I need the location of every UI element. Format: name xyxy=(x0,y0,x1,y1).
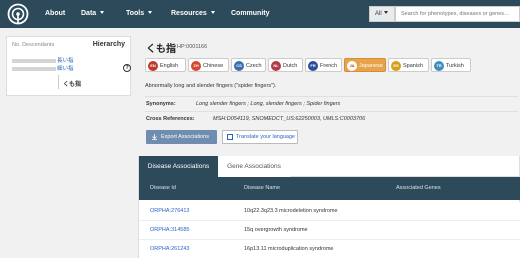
lang-dutch[interactable]: NL Dutch xyxy=(268,58,303,72)
table-row: ORPHA:276413 10q22.3q23.3 microdeletion … xyxy=(139,202,520,221)
help-icon[interactable]: ? xyxy=(123,64,131,72)
search-input[interactable] xyxy=(395,6,520,22)
lang-turkish[interactable]: TR Turkish xyxy=(431,58,471,72)
nav-resources[interactable]: Resources xyxy=(171,0,215,28)
parent-term-link[interactable]: 細い指 xyxy=(57,64,74,72)
nav-data[interactable]: Data xyxy=(81,0,105,28)
table-header: Disease Id Disease Name Associated Genes xyxy=(139,177,520,200)
term-id: HP:0001166 xyxy=(177,44,208,50)
nav-about[interactable]: About xyxy=(45,0,65,28)
synonyms-value: Long slender fingers ; Long, slender fin… xyxy=(196,101,341,107)
translate-button[interactable]: Translate your language xyxy=(222,130,298,144)
tab-gene-associations[interactable]: Gene Associations xyxy=(218,156,290,177)
tab-bar-filler xyxy=(290,156,519,177)
top-nav: About Data Tools Resources Community All xyxy=(0,0,520,28)
flag-icon: ZH xyxy=(191,61,201,71)
descendant-count-bar xyxy=(12,67,56,71)
descendant-count-bar xyxy=(12,59,56,63)
flag-icon: EN xyxy=(148,61,158,71)
divider xyxy=(145,96,518,97)
flag-icon: JA xyxy=(347,61,357,71)
chevron-down-icon xyxy=(100,11,105,14)
lang-chinese[interactable]: ZH Chinese xyxy=(188,58,229,72)
chevron-down-icon xyxy=(383,11,388,14)
table-row: ORPHA:314585 15q overgrowth syndrome xyxy=(139,221,520,240)
descendants-label: No. Descendants xyxy=(12,42,55,48)
column-header-disease-name[interactable]: Disease Name xyxy=(244,177,280,200)
lang-french[interactable]: FR French xyxy=(305,58,342,72)
page-title: くも指 xyxy=(146,44,176,55)
column-header-disease-id[interactable]: Disease Id xyxy=(150,177,176,200)
parent-term-link[interactable]: 長い指 xyxy=(57,56,74,64)
tab-disease-associations[interactable]: Disease Associations xyxy=(139,156,218,177)
flag-icon: TR xyxy=(434,61,444,71)
column-header-associated-genes[interactable]: Associated Genes xyxy=(396,177,441,200)
flag-icon: CS xyxy=(234,61,244,71)
disease-name: 16p13.11 microduplication syndrome xyxy=(244,246,334,252)
chevron-down-icon xyxy=(148,11,153,14)
nav-community[interactable]: Community xyxy=(231,0,270,28)
search-scope-select[interactable]: All xyxy=(369,6,395,22)
disease-name: 10q22.3q23.3 microdeletion syndrome xyxy=(244,208,338,214)
disease-name: 15q overgrowth syndrome xyxy=(244,227,308,233)
flag-icon: NL xyxy=(271,61,281,71)
hierarchy-connector xyxy=(58,75,59,89)
divider xyxy=(145,111,518,112)
synonyms-label: Synonyms: xyxy=(146,101,176,107)
logo-icon[interactable] xyxy=(7,3,29,25)
nav-tools[interactable]: Tools xyxy=(126,0,153,28)
lang-english[interactable]: EN English xyxy=(145,58,186,72)
chevron-down-icon xyxy=(210,11,215,14)
current-term: くも指 xyxy=(63,81,82,88)
disease-id-link[interactable]: ORPHA:276413 xyxy=(150,202,189,221)
lang-japanese[interactable]: JA Japanese xyxy=(344,58,386,72)
xrefs-value: MSH:D054119, SNOMEDCT_US:62250003, UMLS:… xyxy=(213,116,366,122)
xrefs-label: Cross References: xyxy=(146,116,195,122)
term-definition: Abnormally long and slender fingers ("sp… xyxy=(145,83,277,89)
external-link-icon xyxy=(227,134,233,140)
export-associations-button[interactable]: Export Associations xyxy=(146,130,217,144)
lang-spanish[interactable]: ES Spanish xyxy=(388,58,429,72)
disease-id-link[interactable]: ORPHA:261243 xyxy=(150,240,189,258)
lang-czech[interactable]: CS Czech xyxy=(231,58,266,72)
table-row: ORPHA:261243 16p13.11 microduplication s… xyxy=(139,240,520,258)
download-icon xyxy=(152,134,157,140)
flag-icon: ES xyxy=(391,61,401,71)
flag-icon: FR xyxy=(308,61,318,71)
disease-id-link[interactable]: ORPHA:314585 xyxy=(150,221,189,240)
hierarchy-title: Hierarchy xyxy=(92,41,125,48)
